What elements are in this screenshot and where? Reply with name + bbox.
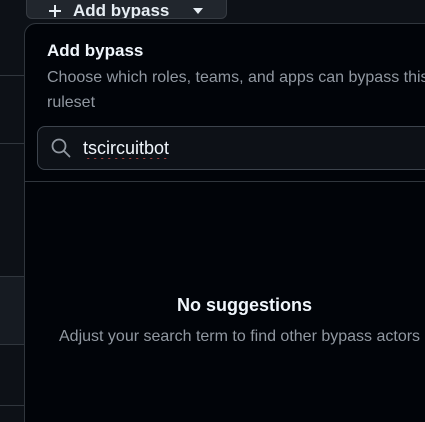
panel-header: Add bypass Choose which roles, teams, an… bbox=[25, 24, 425, 115]
page: Add bypass Add bypass Choose which roles… bbox=[0, 0, 425, 422]
empty-state: No suggestions Adjust your search term t… bbox=[25, 295, 425, 346]
search-icon bbox=[50, 137, 72, 159]
background-row-divider bbox=[0, 405, 26, 406]
panel-description: Choose which roles, teams, and apps can … bbox=[47, 69, 425, 111]
search-field[interactable] bbox=[37, 126, 425, 170]
background-row-divider bbox=[0, 143, 26, 144]
background-row bbox=[0, 276, 26, 344]
panel-divider bbox=[25, 181, 425, 182]
chevron-down-icon bbox=[193, 7, 204, 14]
background-row-divider bbox=[0, 75, 26, 76]
empty-state-title: No suggestions bbox=[177, 295, 313, 315]
add-bypass-button[interactable]: Add bypass bbox=[26, 0, 227, 19]
add-bypass-button-label: Add bypass bbox=[73, 0, 170, 19]
plus-icon bbox=[47, 3, 63, 19]
panel-title: Add bypass bbox=[47, 41, 144, 60]
empty-state-description: Adjust your search term to find other by… bbox=[59, 328, 421, 345]
background-row-divider bbox=[0, 276, 26, 277]
background-row-divider bbox=[0, 344, 26, 345]
add-bypass-panel: Add bypass Choose which roles, teams, an… bbox=[24, 23, 425, 422]
search-input[interactable] bbox=[83, 137, 413, 159]
